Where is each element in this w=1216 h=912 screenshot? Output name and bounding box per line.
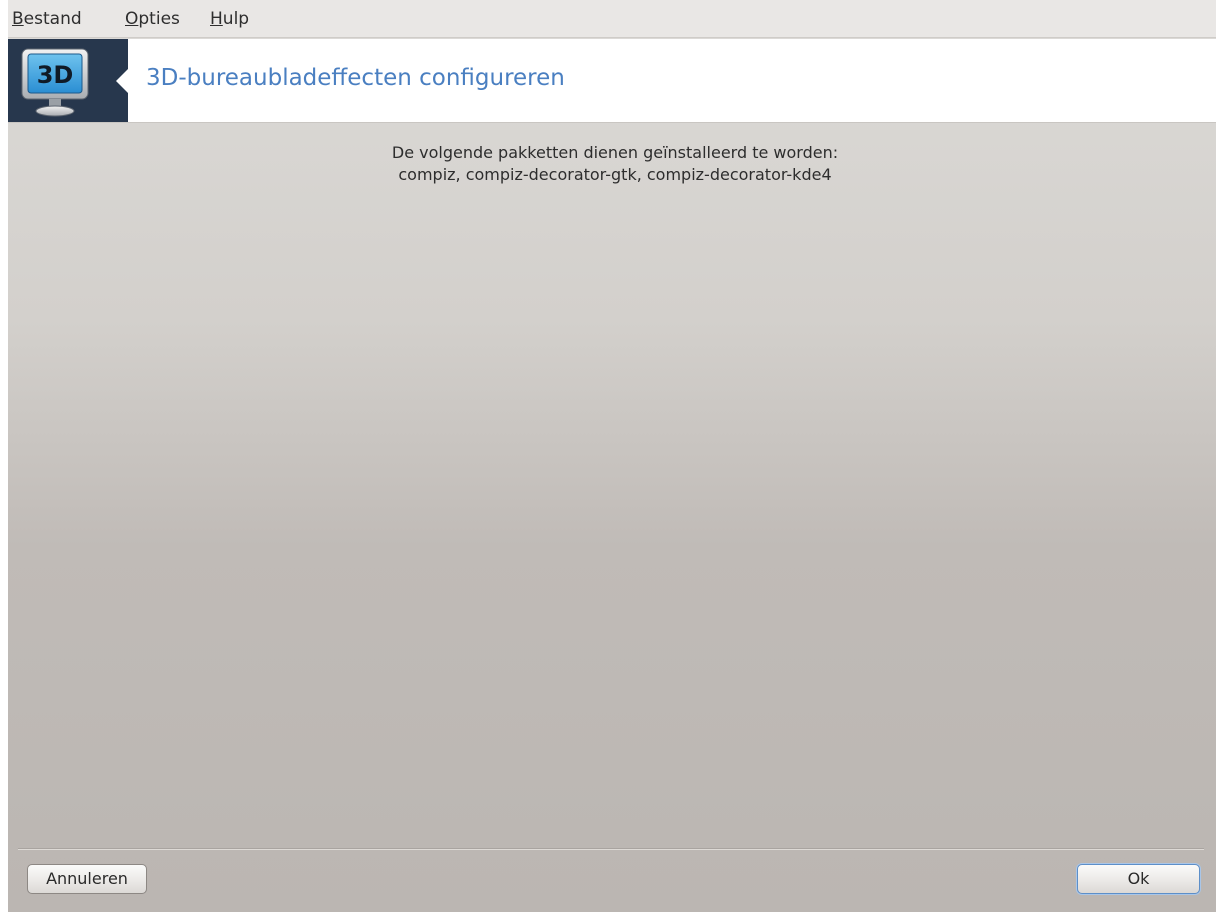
footer-separator xyxy=(18,848,1204,850)
header-banner: 3D 3D-bureaubladeffecten configureren xyxy=(8,39,1216,123)
page-title: 3D-bureaubladeffecten configureren xyxy=(146,65,565,91)
message-line-2: compiz, compiz-decorator-gtk, compiz-dec… xyxy=(398,165,832,184)
menu-hulp[interactable]: Hulp xyxy=(210,9,249,29)
monitor-3d-icon: 3D xyxy=(21,48,89,117)
menu-bestand[interactable]: Bestand xyxy=(12,9,82,29)
banner-icon-area: 3D xyxy=(8,39,128,122)
menubar: Bestand Opties Hulp xyxy=(8,0,1216,38)
banner-notch xyxy=(116,69,128,93)
cancel-button[interactable]: Annuleren xyxy=(27,864,147,894)
message-line-1: De volgende pakketten dienen geïnstallee… xyxy=(391,143,839,162)
svg-text:3D: 3D xyxy=(37,61,74,89)
ok-button[interactable]: Ok xyxy=(1077,864,1200,894)
menu-opties[interactable]: Opties xyxy=(125,9,180,29)
install-message: De volgende pakketten dienen geïnstallee… xyxy=(8,142,1216,186)
dialog-window: Bestand Opties Hulp 3D 3D-bureaubladeffe… xyxy=(8,0,1216,912)
